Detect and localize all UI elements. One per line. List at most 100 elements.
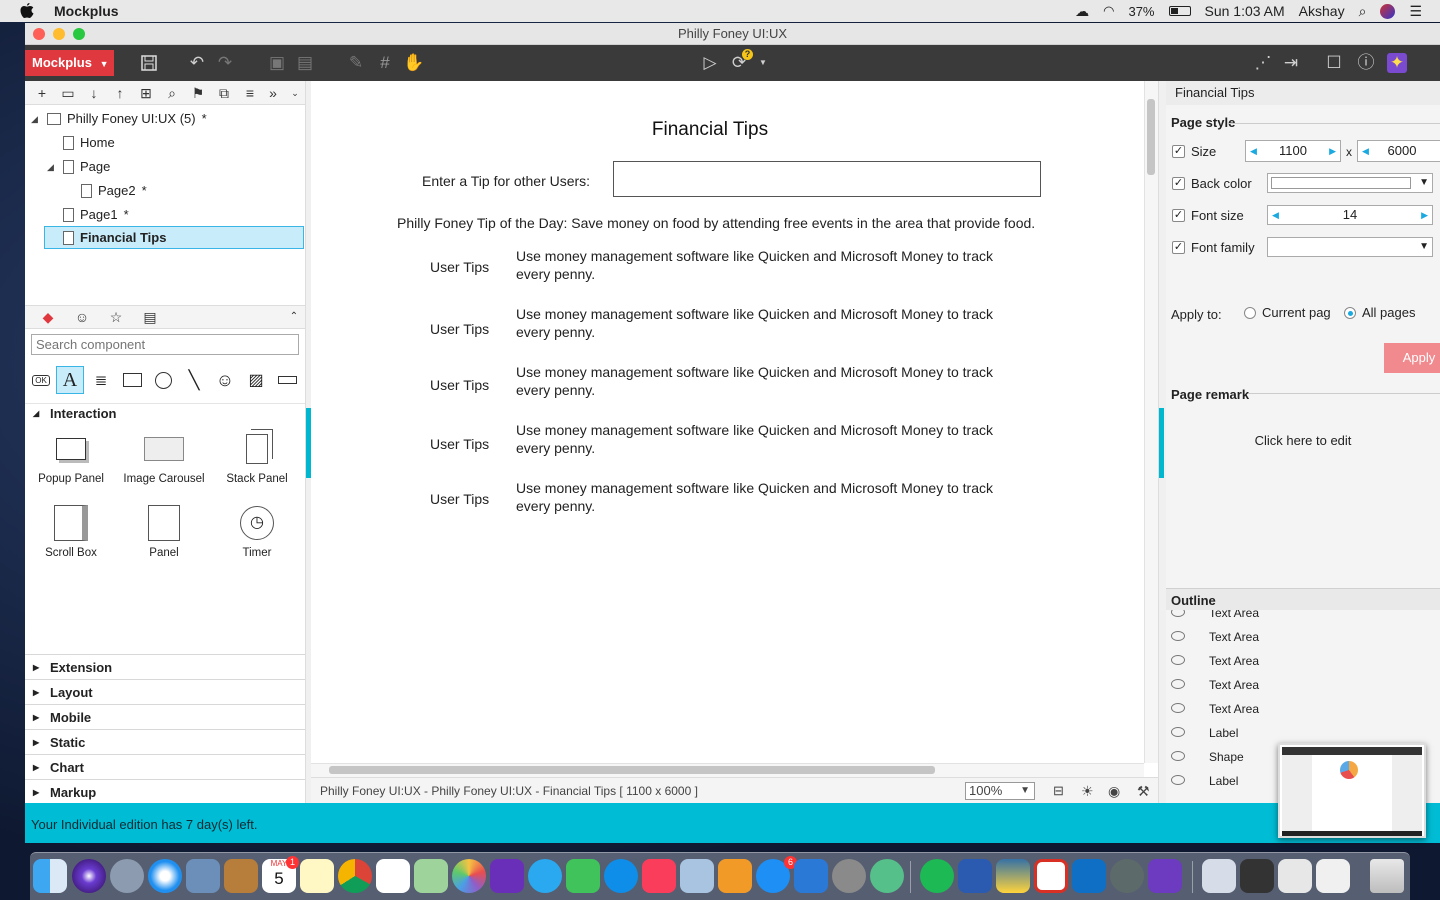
fullscreen-icon[interactable]: ☐ xyxy=(1324,53,1344,73)
save-icon[interactable] xyxy=(139,53,159,73)
page-name-field[interactable]: Financial Tips xyxy=(1166,81,1440,105)
popup-panel-component[interactable]: Popup Panel xyxy=(26,429,116,485)
eye-icon[interactable] xyxy=(1171,775,1185,785)
siri-icon[interactable] xyxy=(72,859,106,893)
section-extension[interactable]: ▶ Extension xyxy=(25,654,305,679)
section-static[interactable]: ▶ Static xyxy=(25,729,305,754)
collapse-panel-icon[interactable]: ⌃ xyxy=(284,307,304,327)
copy-icon[interactable]: ⧉ xyxy=(214,83,234,103)
templates-tab-icon[interactable]: ▤ xyxy=(140,307,160,327)
eye-icon[interactable] xyxy=(1171,631,1185,641)
group-icon[interactable]: ▣ xyxy=(267,53,287,73)
move-up-icon[interactable]: ↑ xyxy=(110,83,130,103)
trash-icon[interactable] xyxy=(1370,859,1404,893)
collapse-triangle-icon[interactable]: ◢ xyxy=(31,108,41,130)
user-tip-row[interactable]: User Tips Use money management software … xyxy=(430,479,1030,519)
clock[interactable]: Sun 1:03 AM xyxy=(1205,3,1285,19)
recent-window-thumbnail[interactable] xyxy=(1202,859,1236,893)
notes-icon[interactable] xyxy=(300,859,334,893)
circle-component-icon[interactable] xyxy=(149,366,177,394)
format-brush-icon[interactable]: ✎ xyxy=(346,53,366,73)
size-checkbox[interactable]: ✓ xyxy=(1172,144,1185,158)
tree-item-home[interactable]: Home xyxy=(63,132,115,154)
tip-text-input[interactable] xyxy=(613,161,1041,197)
atom-icon[interactable] xyxy=(870,859,904,893)
user-tip-row[interactable]: User Tips Use money management software … xyxy=(430,363,1030,403)
siri-icon[interactable] xyxy=(1380,3,1396,19)
redo-icon[interactable]: ↷ xyxy=(215,53,235,73)
system-preferences-icon[interactable] xyxy=(832,859,866,893)
launchpad-icon[interactable] xyxy=(110,859,144,893)
search-icon[interactable]: ⌕ xyxy=(162,83,182,103)
user-tip-row[interactable]: User Tips Use money management software … xyxy=(430,305,1030,345)
text-component-icon[interactable]: A xyxy=(56,366,84,394)
safari-icon[interactable] xyxy=(148,859,182,893)
current-page-radio[interactable]: Current pag xyxy=(1244,305,1331,320)
more-icon[interactable]: » xyxy=(263,83,283,103)
font-size-checkbox[interactable]: ✓ xyxy=(1172,208,1185,222)
component-search-input[interactable] xyxy=(31,334,299,355)
export-icon[interactable]: ⇥ xyxy=(1281,53,1301,73)
image-component-icon[interactable]: ▨ xyxy=(242,366,270,394)
font-family-checkbox[interactable]: ✓ xyxy=(1172,240,1185,254)
eye-icon[interactable] xyxy=(1171,703,1185,713)
wifi-icon[interactable]: ◠ xyxy=(1103,3,1114,19)
preview-icon[interactable] xyxy=(186,859,220,893)
visual-studio-icon[interactable] xyxy=(1148,859,1182,893)
maps-icon[interactable] xyxy=(414,859,448,893)
share-icon[interactable]: ⋰ xyxy=(1253,53,1273,73)
recent-window-thumbnail[interactable] xyxy=(1240,859,1274,893)
brightness-icon[interactable]: ☀ xyxy=(1081,778,1094,804)
app-menu-name[interactable]: Mockplus xyxy=(54,3,119,19)
back-color-picker[interactable]: ▼ xyxy=(1267,173,1433,193)
user-tip-row[interactable]: User Tips Use money management software … xyxy=(430,247,1030,287)
outline-item[interactable]: Label xyxy=(1166,722,1440,744)
section-chart[interactable]: ▶ Chart xyxy=(25,754,305,779)
theme-icon[interactable]: ✦ xyxy=(1387,53,1407,73)
battery-icon[interactable] xyxy=(1168,6,1191,16)
virtualbox-icon[interactable] xyxy=(680,859,714,893)
books-icon[interactable] xyxy=(718,859,752,893)
input-component-icon[interactable] xyxy=(273,366,301,394)
recent-window-thumbnail[interactable] xyxy=(1278,859,1312,893)
add-page-icon[interactable]: + xyxy=(32,83,52,103)
components-tab-icon[interactable]: ◆ xyxy=(38,307,58,327)
notefile-icon[interactable] xyxy=(224,859,258,893)
outline-item[interactable]: Text Area xyxy=(1166,610,1440,624)
messages-icon[interactable] xyxy=(528,859,562,893)
python-icon[interactable] xyxy=(996,859,1030,893)
grid-icon[interactable]: # xyxy=(375,53,395,73)
fit-page-icon[interactable]: ⊟ xyxy=(1053,778,1064,804)
horizontal-scroll-thumb[interactable] xyxy=(329,766,935,774)
rectangle-component-icon[interactable] xyxy=(118,366,146,394)
finder-icon[interactable] xyxy=(33,859,67,893)
icons-tab-icon[interactable]: ☺ xyxy=(72,307,92,327)
user-tip-row[interactable]: User Tips Use money management software … xyxy=(430,421,1030,461)
mockplus-menu-button[interactable]: Mockplus ▼ xyxy=(25,50,114,76)
collapse-triangle-icon[interactable]: ◢ xyxy=(47,156,57,178)
move-down-icon[interactable]: ↓ xyxy=(84,83,104,103)
zoom-select[interactable]: 100% ▼ xyxy=(965,782,1035,800)
sitemap-icon[interactable]: ⊞ xyxy=(136,83,156,103)
favorites-tab-icon[interactable]: ☆ xyxy=(106,307,126,327)
xcode-icon[interactable] xyxy=(794,859,828,893)
scroll-box-component[interactable]: Scroll Box xyxy=(26,503,116,559)
flag-icon[interactable]: ⚑ xyxy=(188,83,208,103)
tools-icon[interactable]: ⚒ xyxy=(1137,778,1150,804)
hand-icon[interactable]: ✋ xyxy=(403,53,424,73)
spotify-icon[interactable] xyxy=(920,859,954,893)
photos-icon[interactable] xyxy=(452,859,486,893)
stack-panel-component[interactable]: Stack Panel xyxy=(212,429,302,485)
canvas-vertical-scrollbar[interactable] xyxy=(1144,81,1158,763)
gmail-icon[interactable] xyxy=(1034,859,1068,893)
outline-item[interactable]: Text Area xyxy=(1166,674,1440,696)
screenshot-thumbnail-preview[interactable] xyxy=(1278,743,1426,838)
vertical-scroll-thumb[interactable] xyxy=(1147,99,1155,175)
preview-eye-icon[interactable]: ◉ xyxy=(1108,778,1120,804)
section-markup[interactable]: ▶ Markup xyxy=(25,779,305,804)
music-icon[interactable] xyxy=(642,859,676,893)
folder-icon[interactable]: ▭ xyxy=(58,83,78,103)
right-panel-toggle[interactable] xyxy=(1159,408,1164,478)
eye-icon[interactable] xyxy=(1171,610,1185,617)
eye-icon[interactable] xyxy=(1171,679,1185,689)
